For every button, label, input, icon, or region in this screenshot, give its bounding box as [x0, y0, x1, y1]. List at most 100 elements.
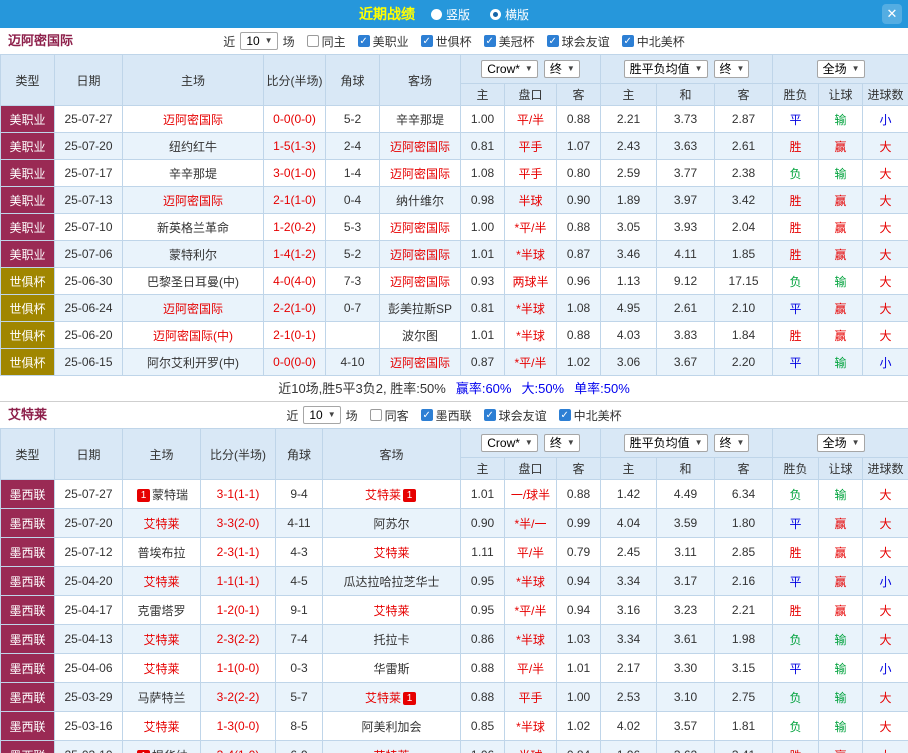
checkbox-label: 墨西联	[436, 407, 472, 424]
col-header-eu-away: 客	[715, 84, 773, 106]
home-team-cell: 阿尔艾利开罗(中)	[123, 349, 264, 376]
filter-checkbox[interactable]: ✓美职业	[358, 33, 409, 50]
filter-checkbox[interactable]: 同客	[370, 407, 409, 424]
handicap-result-cell: 赢	[819, 596, 863, 625]
odds-stage-select[interactable]: 终▼	[544, 434, 580, 452]
team-name: 华雷斯	[373, 662, 409, 676]
bookmaker-select[interactable]: Crow*▼	[481, 434, 538, 452]
checkbox-icon[interactable]: ✓	[484, 35, 496, 47]
filter-checkbox[interactable]: 同主	[307, 33, 346, 50]
radio-selected-icon[interactable]	[490, 9, 501, 20]
filter-checkbox[interactable]: ✓墨西联	[421, 407, 472, 424]
bookmaker-select[interactable]: Crow*▼	[481, 60, 538, 78]
checkbox-icon[interactable]: ✓	[559, 409, 571, 421]
handicap-cell: *半球	[505, 712, 557, 741]
corners-cell: 6-9	[276, 741, 323, 753]
handicap-cell: 半球	[505, 187, 557, 214]
away-team-cell: 艾特莱	[323, 596, 461, 625]
euro-average-select[interactable]: 胜平负均值▼	[624, 60, 708, 78]
euro-odds-group-header: 胜平负均值▼ 终▼	[601, 429, 773, 458]
checkbox-label: 美冠杯	[499, 33, 535, 50]
red-card-badge: 1	[403, 489, 416, 502]
checkbox-icon[interactable]: ✓	[484, 409, 496, 421]
checkbox-icon[interactable]: ✓	[358, 35, 370, 47]
handicap-cell: 平/半	[505, 106, 557, 133]
euro-stage-select[interactable]: 终▼	[714, 60, 750, 78]
col-header-corner: 角球	[276, 429, 323, 480]
match-date: 25-07-20	[55, 133, 123, 160]
close-button[interactable]: ✕	[882, 4, 902, 24]
team-name: 新英格兰革命	[157, 221, 229, 235]
chevron-down-icon: ▼	[567, 62, 575, 76]
filter-checkbox[interactable]: ✓球会友谊	[484, 407, 547, 424]
asian-away-odds: 0.88	[557, 106, 601, 133]
euro-draw-odds: 3.30	[657, 654, 715, 683]
team-name: 纳什维尔	[396, 194, 444, 208]
checkbox-icon[interactable]	[370, 409, 382, 421]
col-header-result: 胜负	[773, 84, 819, 106]
asian-home-odds: 0.98	[461, 187, 505, 214]
checkbox-label: 同主	[322, 33, 346, 50]
layout-radio-vertical[interactable]: 竖版	[431, 6, 470, 23]
euro-draw-odds: 3.62	[657, 741, 715, 753]
handicap-result-cell: 赢	[819, 295, 863, 322]
checkbox-icon[interactable]: ✓	[421, 35, 433, 47]
home-team-cell: 迈阿密国际	[123, 187, 264, 214]
match-scope-select[interactable]: 全场▼	[817, 434, 865, 452]
score-cell: 0-0(0-0)	[264, 106, 326, 133]
handicap-cell: *平/半	[505, 214, 557, 241]
layout-radio-horizontal[interactable]: 横版	[490, 6, 529, 23]
handicap-cell: *半球	[505, 625, 557, 654]
handicap-result-cell: 赢	[819, 509, 863, 538]
euro-average-select[interactable]: 胜平负均值▼	[624, 434, 708, 452]
filter-checkbox[interactable]: ✓中北美杯	[559, 407, 622, 424]
radio-icon[interactable]	[431, 9, 442, 20]
asian-away-odds: 0.88	[557, 322, 601, 349]
euro-stage-select[interactable]: 终▼	[714, 434, 750, 452]
result-cell: 胜	[773, 187, 819, 214]
away-team-cell: 艾特莱1	[323, 480, 461, 509]
asian-away-odds: 0.84	[557, 741, 601, 753]
euro-away-odds: 1.80	[715, 509, 773, 538]
filter-checkbox[interactable]: ✓世俱杯	[421, 33, 472, 50]
result-cell: 平	[773, 654, 819, 683]
asian-home-odds: 0.95	[461, 596, 505, 625]
result-group-header: 全场▼	[773, 429, 908, 458]
checkbox-icon[interactable]	[307, 35, 319, 47]
filter-checkbox[interactable]: ✓球会友谊	[547, 33, 610, 50]
table-row: 美职业 25-07-10 新英格兰革命 1-2(0-2) 5-3 迈阿密国际 1…	[1, 214, 908, 241]
league-badge: 世俱杯	[1, 268, 55, 295]
col-header-date: 日期	[55, 55, 123, 106]
goals-result-cell: 大	[863, 596, 908, 625]
team-name: 艾特莱	[373, 546, 409, 560]
col-header-type: 类型	[1, 429, 55, 480]
checkbox-icon[interactable]: ✓	[421, 409, 433, 421]
odds-stage-select[interactable]: 终▼	[544, 60, 580, 78]
asian-home-odds: 0.88	[461, 683, 505, 712]
goals-result-cell: 大	[863, 295, 908, 322]
corners-cell: 8-5	[276, 712, 323, 741]
euro-away-odds: 3.41	[715, 741, 773, 753]
away-team-cell: 阿美利加会	[323, 712, 461, 741]
near-label: 近	[286, 407, 298, 424]
away-team-cell: 彭美拉斯SP	[380, 295, 461, 322]
corners-cell	[326, 322, 380, 349]
euro-draw-odds: 3.10	[657, 683, 715, 712]
score-cell: 1-4(1-2)	[264, 241, 326, 268]
filter-checkbox[interactable]: ✓美冠杯	[484, 33, 535, 50]
home-team-cell: 1蒙特瑞	[123, 480, 201, 509]
table-row: 墨西联 25-04-06 艾特莱 1-1(0-0) 0-3 华雷斯 0.88 平…	[1, 654, 908, 683]
away-team-cell: 迈阿密国际	[380, 160, 461, 187]
away-team-cell: 托拉卡	[323, 625, 461, 654]
corners-cell: 0-4	[326, 187, 380, 214]
checkbox-icon[interactable]: ✓	[547, 35, 559, 47]
table-row: 墨西联 25-03-16 艾特莱 1-3(0-0) 8-5 阿美利加会 0.85…	[1, 712, 908, 741]
recent-games-select[interactable]: 10▼	[303, 406, 340, 424]
home-team-cell: 迈阿密国际(中)	[123, 322, 264, 349]
checkbox-icon[interactable]: ✓	[622, 35, 634, 47]
league-badge: 墨西联	[1, 596, 55, 625]
recent-games-select[interactable]: 10▼	[240, 32, 277, 50]
match-scope-select[interactable]: 全场▼	[817, 60, 865, 78]
filter-checkbox[interactable]: ✓中北美杯	[622, 33, 685, 50]
match-date: 25-07-12	[55, 538, 123, 567]
